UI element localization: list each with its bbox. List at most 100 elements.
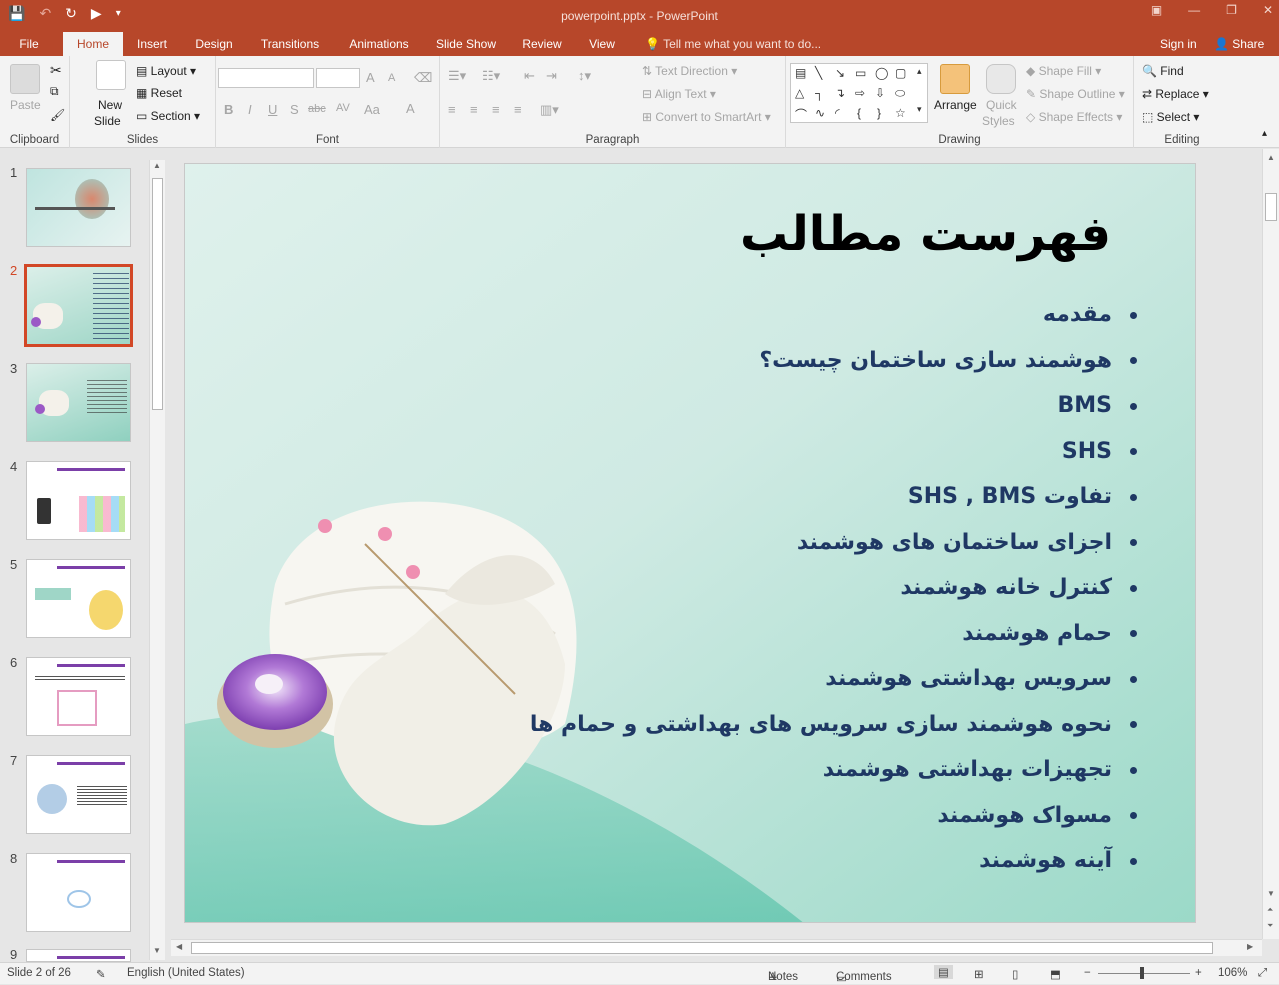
down-arrow-shape-icon[interactable]: ⇩ <box>875 86 885 100</box>
tab-slide-show[interactable]: Slide Show <box>432 32 500 56</box>
horizontal-scroll-thumb[interactable] <box>191 942 1213 954</box>
next-slide-icon[interactable]: ⏷ <box>1267 921 1273 931</box>
paste-button[interactable]: Paste <box>10 98 41 112</box>
quick-styles-button-line2[interactable]: Styles <box>982 114 1015 128</box>
paste-icon[interactable] <box>10 64 40 94</box>
shape-outline-button[interactable]: ✎ Shape Outline ▾ <box>1026 87 1125 101</box>
curve-shape-icon[interactable]: ∿ <box>815 106 825 120</box>
quick-styles-button[interactable]: Quick <box>986 98 1017 112</box>
text-direction-button[interactable]: ⇅ Text Direction ▾ <box>642 64 737 78</box>
align-right-icon[interactable]: ≡ <box>492 102 500 117</box>
zoom-slider[interactable] <box>1098 973 1190 974</box>
sign-in-link[interactable]: Sign in <box>1160 32 1197 56</box>
strikethrough-button[interactable]: abc <box>308 103 326 115</box>
arrange-icon[interactable] <box>940 64 970 94</box>
tab-home[interactable]: Home <box>63 32 123 56</box>
elbow-shape-icon[interactable]: ↴ <box>835 86 845 100</box>
slide-thumbnail-6[interactable] <box>26 657 131 736</box>
align-center-icon[interactable]: ≡ <box>470 102 478 117</box>
rounded-rect-shape-icon[interactable]: ▢ <box>895 66 906 80</box>
previous-slide-icon[interactable]: ⏶ <box>1267 905 1273 915</box>
tab-design[interactable]: Design <box>190 32 238 56</box>
select-button[interactable]: ⬚ Select ▾ <box>1142 110 1199 124</box>
underline-button[interactable]: U <box>268 102 277 117</box>
normal-view-icon[interactable]: ▤ <box>934 965 953 979</box>
new-slide-button[interactable]: New <box>98 98 122 112</box>
scroll-right-icon[interactable]: ▶ <box>1247 942 1253 951</box>
restore-icon[interactable]: ❐ <box>1226 3 1237 17</box>
arrange-button[interactable]: Arrange <box>934 98 977 112</box>
shrink-font-button[interactable]: A <box>388 72 395 84</box>
slide-thumbnail-1[interactable] <box>26 168 131 247</box>
format-painter-icon[interactable]: 🖌 <box>50 108 65 122</box>
freeform-shape-icon[interactable]: ⌒ <box>795 106 807 123</box>
copy-icon[interactable]: ⧉ <box>50 84 59 99</box>
clear-format-icon[interactable]: ⌫ <box>414 70 432 86</box>
bullets-icon[interactable]: ☰▾ <box>448 68 466 84</box>
layout-button[interactable]: ▤ Layout ▾ <box>136 64 196 78</box>
arc-shape-icon[interactable]: ◜ <box>835 106 840 120</box>
grow-font-button[interactable]: A <box>366 70 375 85</box>
section-button[interactable]: ▭ Section ▾ <box>136 109 200 123</box>
find-button[interactable]: 🔍 Find <box>1142 64 1184 78</box>
columns-icon[interactable]: ▥▾ <box>540 102 559 118</box>
slide-thumbnail-4[interactable] <box>26 461 131 540</box>
line-shape-icon[interactable]: ╲ <box>815 66 822 80</box>
slide-thumbnail-9[interactable] <box>26 949 131 962</box>
spellcheck-icon[interactable]: ✎ <box>96 967 106 981</box>
textbox-shape-icon[interactable]: ▤ <box>795 66 806 80</box>
increase-indent-icon[interactable]: ⇥ <box>546 68 557 84</box>
tell-me-search[interactable]: 💡 Tell me what you want to do... <box>645 32 821 56</box>
arrow-line-shape-icon[interactable]: ↘ <box>835 66 845 80</box>
thumbnails-scrollbar[interactable]: ▲ ▼ <box>149 160 165 960</box>
numbering-icon[interactable]: ☷▾ <box>482 68 500 84</box>
decrease-indent-icon[interactable]: ⇤ <box>524 68 535 84</box>
editor-vertical-scrollbar[interactable]: ▲ ▼ ⏶ ⏷ <box>1262 149 1279 939</box>
new-slide-icon[interactable] <box>96 60 126 90</box>
slide-canvas[interactable]: فهرست مطالب مقدمه هوشمند سازی ساختمان چی… <box>184 163 1196 923</box>
quick-styles-icon[interactable] <box>986 64 1016 94</box>
reading-view-icon[interactable]: ▯ <box>1012 967 1018 981</box>
oval-shape-icon[interactable]: ◯ <box>875 66 888 80</box>
left-brace-shape-icon[interactable]: { <box>857 106 861 120</box>
slide-thumbnail-7[interactable] <box>26 755 131 834</box>
replace-button[interactable]: ⇄ Replace ▾ <box>1142 87 1209 101</box>
new-slide-button-line2[interactable]: Slide <box>94 114 121 128</box>
close-icon[interactable]: ✕ <box>1263 3 1273 17</box>
tab-review[interactable]: Review <box>518 32 566 56</box>
star-shape-icon[interactable]: ☆ <box>895 106 906 120</box>
align-text-button[interactable]: ⊟ Align Text ▾ <box>642 87 716 101</box>
justify-icon[interactable]: ≡ <box>514 102 522 117</box>
cut-icon[interactable]: ✂ <box>50 62 62 79</box>
rectangle-shape-icon[interactable]: ▭ <box>855 66 866 80</box>
gallery-scroll-icon[interactable]: ▴ <box>917 66 922 77</box>
slide-thumbnail-5[interactable] <box>26 559 131 638</box>
slide-thumbnail-8[interactable] <box>26 853 131 932</box>
tab-view[interactable]: View <box>584 32 620 56</box>
thumbnails-scroll-thumb[interactable] <box>152 178 163 410</box>
tab-animations[interactable]: Animations <box>343 32 415 56</box>
line-spacing-icon[interactable]: ↕▾ <box>578 68 591 84</box>
language-indicator[interactable]: English (United States) <box>127 967 245 979</box>
vertical-scroll-thumb[interactable] <box>1265 193 1277 221</box>
shape-effects-button[interactable]: ◇ Shape Effects ▾ <box>1026 110 1122 124</box>
share-button[interactable]: 👤 Share <box>1206 32 1272 56</box>
gallery-more-icon[interactable]: ▾ <box>917 104 922 115</box>
bullet-list[interactable]: مقدمه هوشمند سازی ساختمان چیست؟ BMS SHS … <box>530 292 1137 884</box>
zoom-in-icon[interactable]: + <box>1195 967 1202 979</box>
align-left-icon[interactable]: ≡ <box>448 102 456 117</box>
font-color-button[interactable]: A <box>406 101 415 116</box>
reset-button[interactable]: ▦ Reset <box>136 86 182 100</box>
shape-fill-button[interactable]: ◆ Shape Fill ▾ <box>1026 64 1101 78</box>
slide-sorter-icon[interactable]: ⊞ <box>974 967 984 981</box>
tab-insert[interactable]: Insert <box>130 32 174 56</box>
scroll-down-icon[interactable]: ▼ <box>1267 889 1275 898</box>
thumbnails-scroll-up-icon[interactable]: ▲ <box>153 161 161 170</box>
zoom-slider-thumb[interactable] <box>1140 967 1144 979</box>
shapes-gallery[interactable]: ▤ ╲ ↘ ▭ ◯ ▢ △ ┐ ↴ ⇨ ⇩ ⬭ ⌒ ∿ ◜ { } ☆ ▴ ▾ <box>790 63 928 123</box>
font-name-combo[interactable] <box>218 68 314 88</box>
smartart-button[interactable]: ⊞ Convert to SmartArt ▾ <box>642 110 771 124</box>
zoom-level[interactable]: 106% <box>1218 967 1247 979</box>
change-case-button[interactable]: Aa <box>364 102 380 117</box>
scroll-left-icon[interactable]: ◀ <box>176 942 182 951</box>
